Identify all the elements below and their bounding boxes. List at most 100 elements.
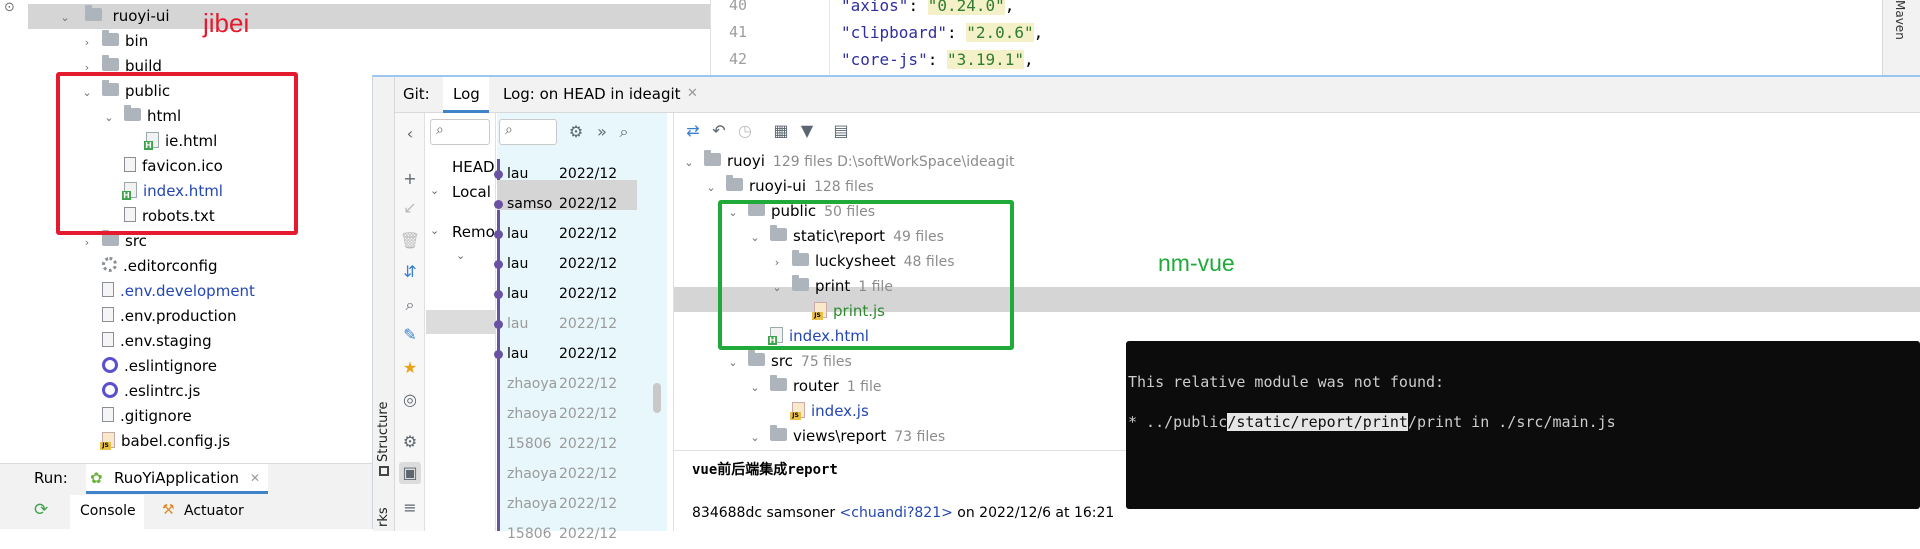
- commit-date: 2022/12: [559, 256, 618, 272]
- commit-row[interactable]: 15806 2022/12: [507, 429, 625, 459]
- tree-item[interactable]: .gitignore: [28, 404, 192, 429]
- commit-date: 2022/12: [559, 226, 618, 242]
- chevron-down-icon[interactable]: ⌄: [58, 5, 72, 30]
- commit-search-icon[interactable]: ⌕: [613, 121, 635, 143]
- close-icon[interactable]: ✕: [687, 86, 698, 101]
- bookmarks-side-tab[interactable]: rks: [376, 507, 391, 527]
- commit-email[interactable]: <chuandi?821>: [840, 505, 953, 521]
- tree-item[interactable]: › bin: [28, 29, 148, 54]
- changes-tree-item[interactable]: ⌄ router 1 file: [682, 374, 882, 399]
- structure-side-tab[interactable]: Structure: [376, 402, 391, 462]
- run-app-tab[interactable]: ✿ RuoYiApplication ✕: [86, 464, 268, 494]
- close-icon[interactable]: ✕: [250, 471, 260, 485]
- code-line[interactable]: "clipboard": "2.0.6",: [841, 23, 1043, 42]
- tree-item[interactable]: .eslintignore: [28, 354, 217, 379]
- branch-remote[interactable]: Remo: [452, 223, 495, 241]
- commit-row[interactable]: zhaoya 2022/12: [507, 489, 625, 519]
- run-label: Run:: [34, 469, 68, 487]
- folder-icon: [726, 175, 743, 191]
- actuator-tab[interactable]: ⚒ Actuator: [158, 495, 268, 530]
- console-tab-label: Console: [80, 503, 136, 519]
- filter-settings-icon[interactable]: ⚙: [565, 121, 587, 143]
- more-icon[interactable]: »: [591, 121, 613, 143]
- code-line[interactable]: "axios": "0.24.0",: [841, 0, 1014, 15]
- back-arrow-icon[interactable]: ‹: [399, 123, 421, 145]
- changes-tree-item[interactable]: ⌄ src 75 files: [682, 349, 852, 374]
- chevron-right-icon[interactable]: ›: [80, 30, 94, 55]
- search-icon[interactable]: ⌕: [399, 294, 421, 316]
- star-icon[interactable]: ★: [399, 357, 421, 379]
- chevron-down-icon[interactable]: ⌄: [748, 425, 762, 450]
- commit-date: 2022/12: [559, 286, 618, 302]
- tab-log[interactable]: Log: [443, 77, 489, 113]
- branch-remote-chevron[interactable]: ⌄: [430, 224, 439, 237]
- comma: ,: [1024, 50, 1034, 69]
- commit-row[interactable]: zhaoya 2022/12: [507, 459, 625, 489]
- folder-icon: [84, 5, 102, 21]
- edit-icon[interactable]: ✎: [399, 324, 421, 346]
- tree-item[interactable]: .editorconfig: [28, 254, 217, 279]
- tree-item[interactable]: .env.production: [28, 304, 237, 329]
- commit-row[interactable]: lau 2022/12: [507, 279, 625, 309]
- commit-date: 2022/12: [559, 376, 618, 392]
- branch-selected-row[interactable]: [426, 310, 496, 334]
- tree-item[interactable]: .eslintrc.js: [28, 379, 200, 404]
- tree-item[interactable]: .env.development: [28, 279, 255, 304]
- commit-row[interactable]: lau 2022/12: [507, 249, 625, 279]
- history-icon[interactable]: ◷: [734, 120, 756, 142]
- changes-item-meta: 1 file: [846, 379, 882, 395]
- commit-filter-input[interactable]: ⌕: [499, 119, 557, 145]
- group-icon[interactable]: ▦: [770, 120, 792, 142]
- tree-item[interactable]: babel.config.js: [28, 429, 230, 454]
- terminal-suffix: /print in ./src/main.js: [1407, 413, 1616, 431]
- commit-row[interactable]: lau 2022/12: [507, 339, 625, 369]
- arrow-icon[interactable]: ↙: [399, 197, 421, 219]
- chevron-down-icon[interactable]: ⌄: [726, 350, 740, 375]
- commit-scrollbar[interactable]: [653, 383, 661, 413]
- commit-list: ⌕ ⚙ » ⌕ lau 2022/12 samso 2022/12 lau 2022/12…: [494, 113, 667, 542]
- changes-tree-item[interactable]: ⌄ views\report 73 files: [682, 424, 945, 449]
- branch-local-chevron[interactable]: ⌄: [430, 184, 439, 197]
- chevron-down-icon[interactable]: ⌄: [704, 175, 718, 200]
- commit-row[interactable]: zhaoya 2022/12: [507, 399, 625, 429]
- plus-icon[interactable]: +: [399, 168, 421, 190]
- changes-tree-item[interactable]: index.js: [682, 399, 877, 424]
- branch-search-input[interactable]: ⌕: [430, 119, 490, 145]
- json-value: "3.19.1": [946, 50, 1025, 69]
- commit-row[interactable]: lau 2022/12: [507, 159, 625, 189]
- branch-head[interactable]: HEAD: [452, 158, 495, 176]
- changes-tree-item[interactable]: ⌄ ruoyi 129 files D:\softWorkSpace\ideagit: [682, 149, 1014, 174]
- branch-sub-chevron[interactable]: ⌄: [456, 249, 465, 262]
- fetch-icon[interactable]: ⇵: [399, 261, 421, 283]
- commit-row[interactable]: 15806 2022/12: [507, 519, 625, 549]
- code-line[interactable]: "core-js": "3.19.1",: [841, 50, 1034, 69]
- layout-icon[interactable]: ▤: [830, 120, 852, 142]
- console-tab[interactable]: Console: [70, 495, 144, 530]
- tree-root-row[interactable]: ⌄ ruoyi-ui: [28, 4, 710, 29]
- delete-icon[interactable]: 🗑: [399, 230, 421, 252]
- maven-side-tab[interactable]: Maven: [1882, 0, 1920, 75]
- commit-row[interactable]: samso 2022/12: [507, 189, 625, 219]
- colon: :: [946, 23, 967, 42]
- rerun-icon[interactable]: ⟳: [34, 500, 48, 520]
- commit-row[interactable]: lau 2022/12: [507, 219, 625, 249]
- commit-author: lau: [507, 286, 529, 302]
- project-tree-scroll-icon[interactable]: ⊙: [4, 0, 15, 15]
- tab-log-head[interactable]: Log: on HEAD in ideagit ✕: [495, 77, 705, 113]
- changes-item-label: ruoyi: [727, 152, 765, 170]
- diff-icon[interactable]: ⇄: [682, 120, 704, 142]
- chevron-down-icon[interactable]: ⌄: [748, 375, 762, 400]
- target-icon[interactable]: ◎: [399, 389, 421, 411]
- branch-local[interactable]: Local: [452, 183, 491, 201]
- commit-row[interactable]: zhaoya 2022/12: [507, 369, 625, 399]
- chevron-down-icon[interactable]: ⌄: [682, 150, 696, 175]
- collapse-icon[interactable]: ≡: [399, 497, 421, 519]
- filter-icon[interactable]: ▼: [796, 120, 818, 142]
- settings-icon[interactable]: ⚙: [399, 431, 421, 453]
- tree-item[interactable]: .env.staging: [28, 329, 212, 354]
- terminal-line-2: * ../public/static/report/print/print in…: [1128, 413, 1616, 431]
- panel-icon[interactable]: ▣: [399, 462, 421, 484]
- changes-tree-item[interactable]: ⌄ ruoyi-ui 128 files: [682, 174, 874, 199]
- revert-icon[interactable]: ↶: [708, 120, 730, 142]
- commit-row[interactable]: lau 2022/12: [507, 309, 625, 339]
